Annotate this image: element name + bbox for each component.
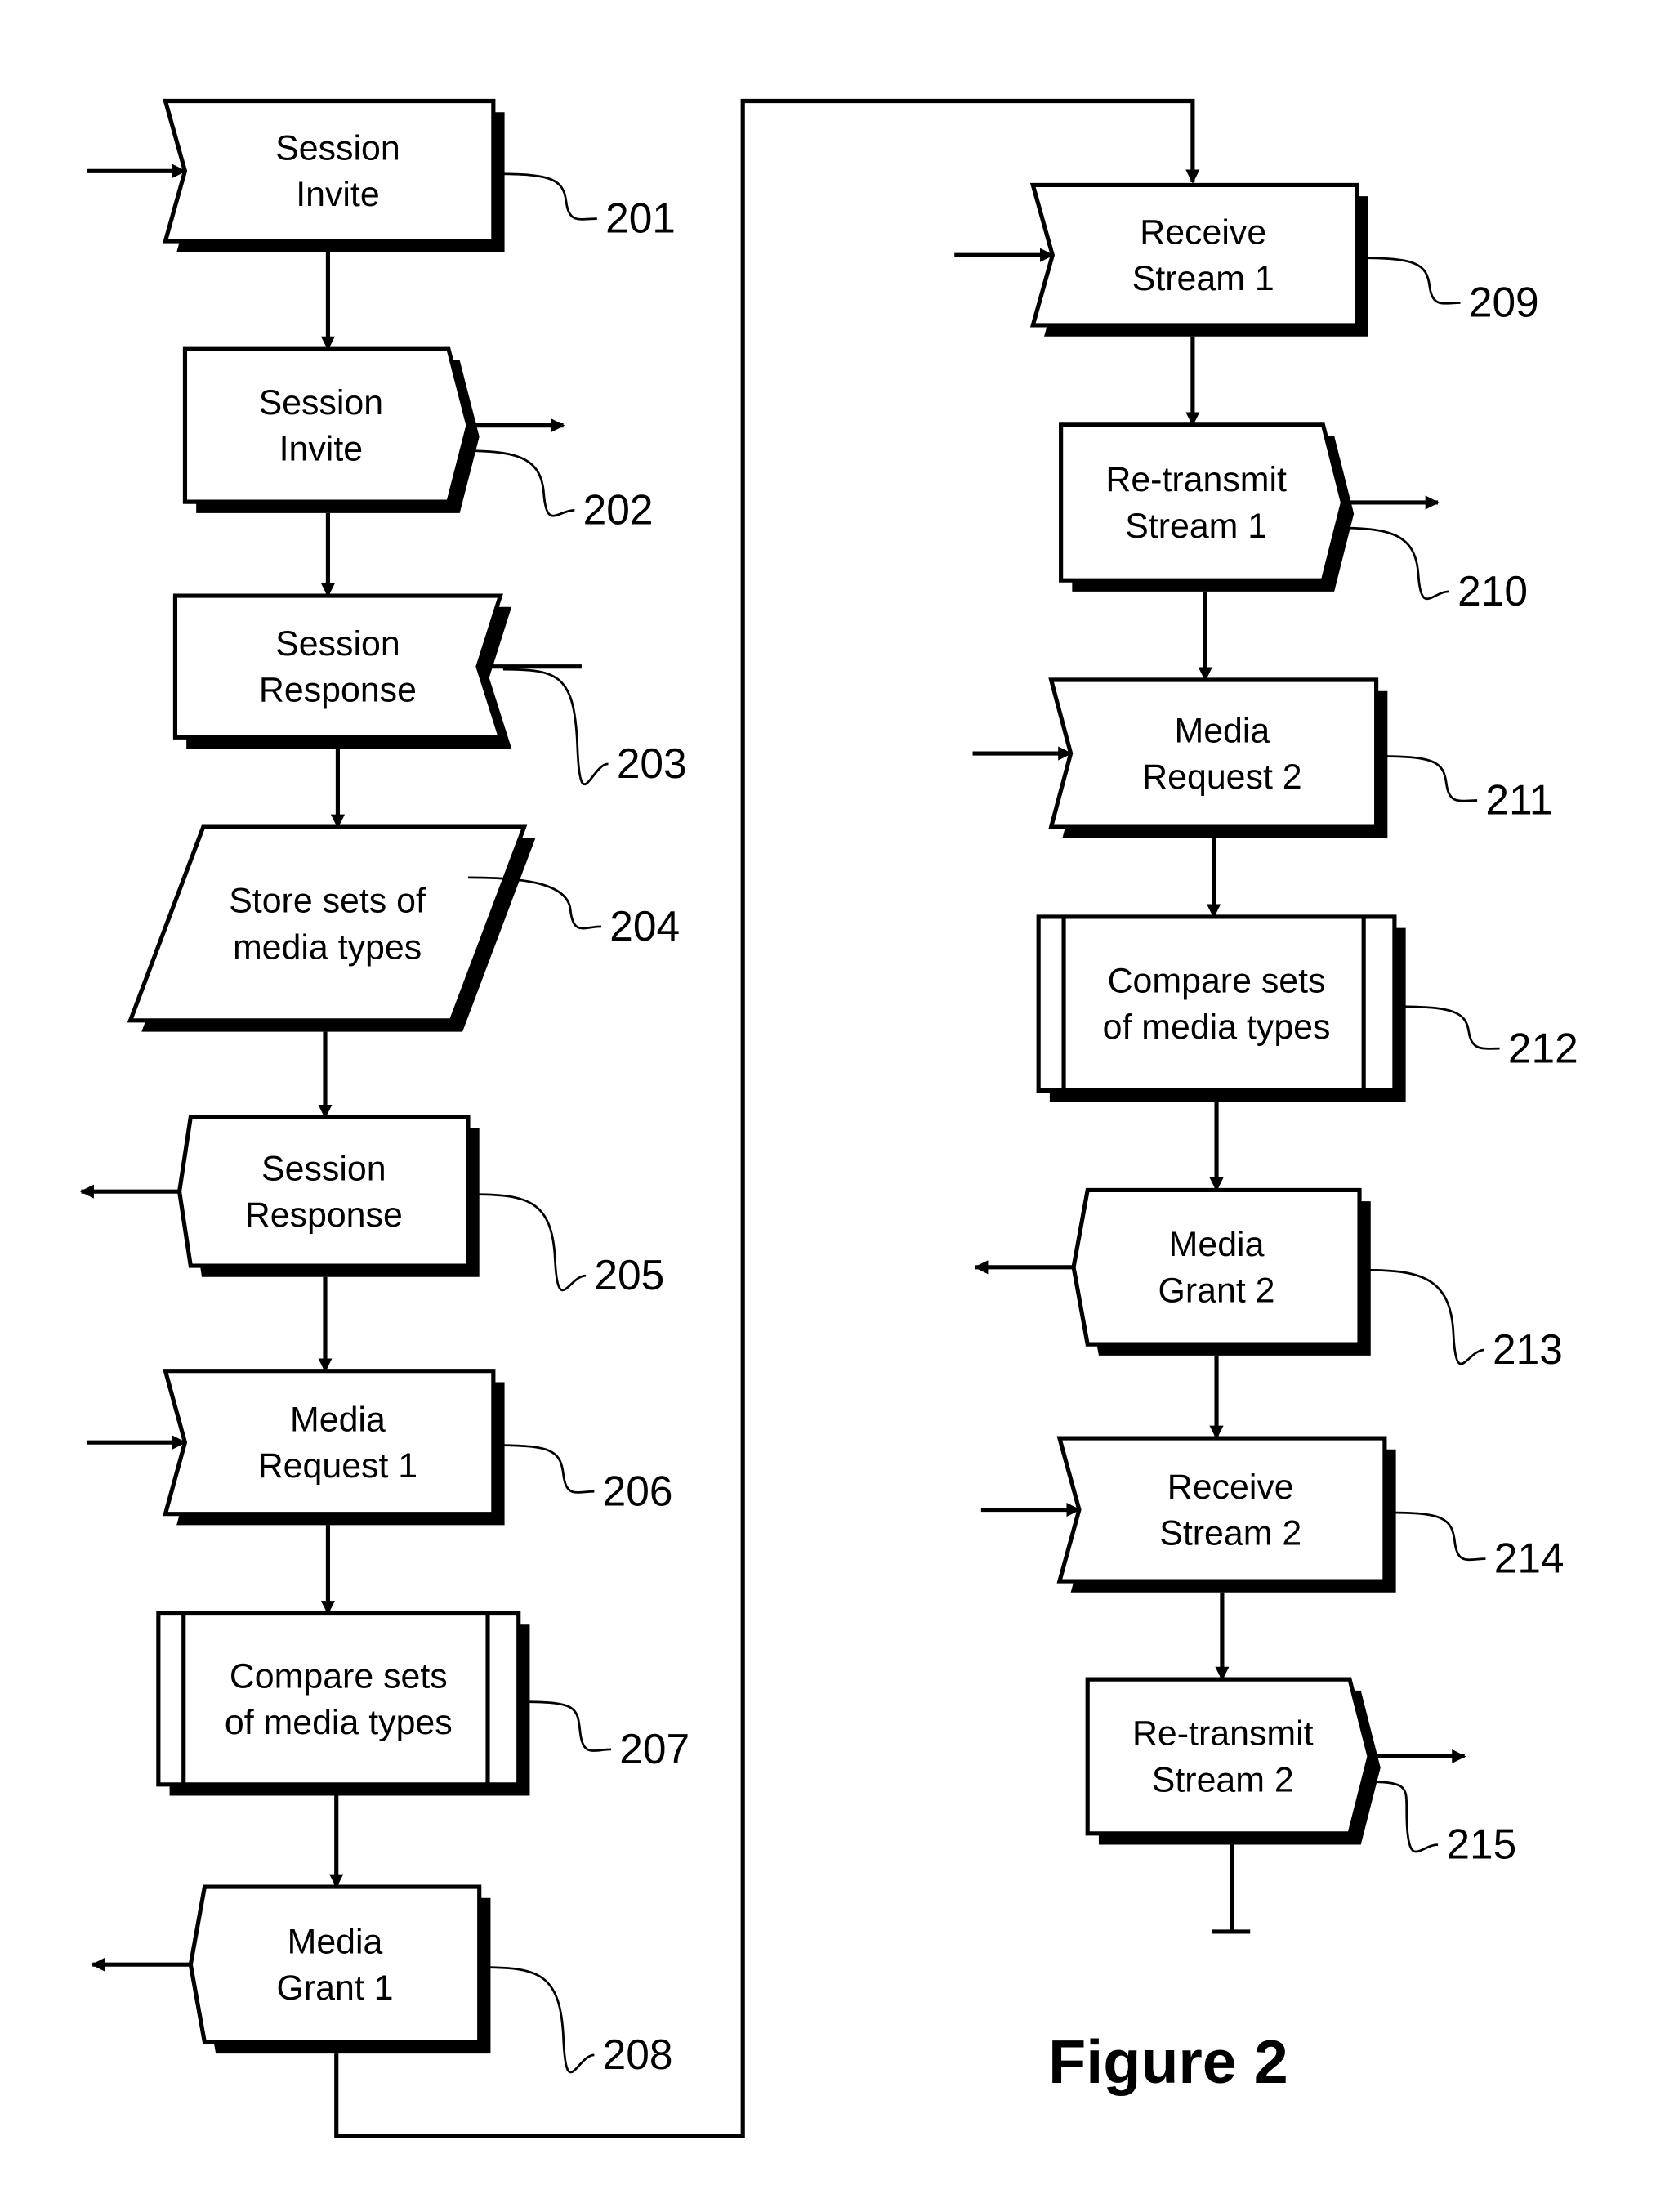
- step-213-leader: [1362, 1268, 1484, 1365]
- step-205-leader: [471, 1193, 587, 1292]
- step-214-box: [1056, 1436, 1387, 1584]
- step-204-ref-number: 204: [609, 902, 680, 950]
- step-207-leader: [521, 1700, 611, 1752]
- step-206-ref-number: 206: [603, 1467, 673, 1514]
- step-207-box: [156, 1611, 521, 1787]
- step-201-label: Invite: [296, 175, 379, 214]
- step-210-box: [1059, 422, 1346, 583]
- step-206-box: [163, 1369, 496, 1517]
- step-211-leader: [1379, 755, 1478, 802]
- step-214-leader: [1387, 1511, 1486, 1562]
- step-204-label: media types: [233, 927, 422, 967]
- step-213-label: Grant 2: [1158, 1271, 1275, 1311]
- step-202-label: Session: [259, 383, 384, 422]
- step-208-ref-number: 208: [603, 2031, 673, 2078]
- step-211-label: Request 2: [1142, 757, 1301, 797]
- step-201-ref-number: 201: [605, 194, 676, 242]
- step-206-label: Media: [290, 1400, 386, 1439]
- flowchart: Session Invite 201 Session Invite 202 Session R…: [79, 98, 1578, 2138]
- step-212-label: Compare sets: [1108, 962, 1326, 1001]
- step-208-label: Media: [288, 1923, 383, 1962]
- step-209-box: [1029, 182, 1359, 328]
- step-211-ref-number: 211: [1485, 776, 1552, 824]
- step-202-label: Invite: [279, 430, 363, 469]
- step-203-label: Session: [275, 624, 400, 664]
- step-201-label: Session: [275, 129, 400, 168]
- step-206-label: Request 1: [258, 1446, 417, 1486]
- step-214-label: Receive: [1167, 1468, 1294, 1507]
- step-212-ref-number: 212: [1508, 1024, 1578, 1071]
- step-203-label: Response: [259, 671, 417, 710]
- step-211-box: [1048, 677, 1379, 829]
- step-208-leader: [482, 1966, 595, 2074]
- step-214-label: Stream 2: [1159, 1513, 1301, 1553]
- step-213-ref-number: 213: [1493, 1325, 1563, 1373]
- step-204-label: Store sets of: [229, 882, 426, 921]
- step-206-leader: [496, 1444, 595, 1494]
- step-212-box: [1036, 914, 1397, 1093]
- step-203-ref-number: 203: [617, 740, 687, 787]
- step-203-leader: [502, 668, 609, 785]
- step-209-ref-number: 209: [1469, 279, 1539, 326]
- step-213-label: Media: [1169, 1225, 1265, 1264]
- step-215-label: Re-transmit: [1132, 1714, 1314, 1754]
- step-215-label: Stream 2: [1152, 1760, 1294, 1799]
- step-210-label: Re-transmit: [1105, 460, 1287, 499]
- step-212-leader: [1397, 1005, 1500, 1050]
- step-201-box: [163, 98, 496, 244]
- step-210-ref-number: 210: [1457, 567, 1528, 614]
- step-203-box: [172, 593, 503, 740]
- step-205-box: [176, 1115, 471, 1268]
- step-205-ref-number: 205: [594, 1251, 664, 1298]
- step-201-leader: [496, 172, 597, 221]
- step-210-leader: [1334, 526, 1449, 601]
- step-212-label: of media types: [1103, 1008, 1331, 1047]
- step-214-ref-number: 214: [1494, 1535, 1565, 1582]
- step-207-label: Compare sets: [230, 1656, 448, 1696]
- step-213-box: [1071, 1187, 1362, 1347]
- step-207-ref-number: 207: [619, 1725, 690, 1772]
- step-205-label: Response: [245, 1195, 403, 1235]
- step-207-label: of media types: [225, 1703, 453, 1742]
- step-211-label: Media: [1175, 711, 1270, 750]
- step-202-ref-number: 202: [583, 486, 654, 534]
- step-208-label: Grant 1: [277, 1968, 394, 2008]
- step-215-ref-number: 215: [1446, 1821, 1516, 1868]
- step-209-label: Receive: [1140, 212, 1266, 252]
- step-215-box: [1085, 1677, 1372, 1836]
- step-205-label: Session: [261, 1149, 386, 1188]
- step-210-label: Stream 1: [1125, 507, 1267, 546]
- step-209-leader: [1359, 257, 1461, 305]
- step-208-box: [188, 1884, 482, 2045]
- step-202-box: [182, 346, 471, 504]
- step-209-label: Stream 1: [1132, 259, 1274, 298]
- flow-layer: Session Invite 201 Session Invite 202 Session R…: [79, 98, 1578, 2138]
- step-202-leader: [459, 449, 575, 517]
- figure-caption: Figure 2: [1048, 2027, 1288, 2096]
